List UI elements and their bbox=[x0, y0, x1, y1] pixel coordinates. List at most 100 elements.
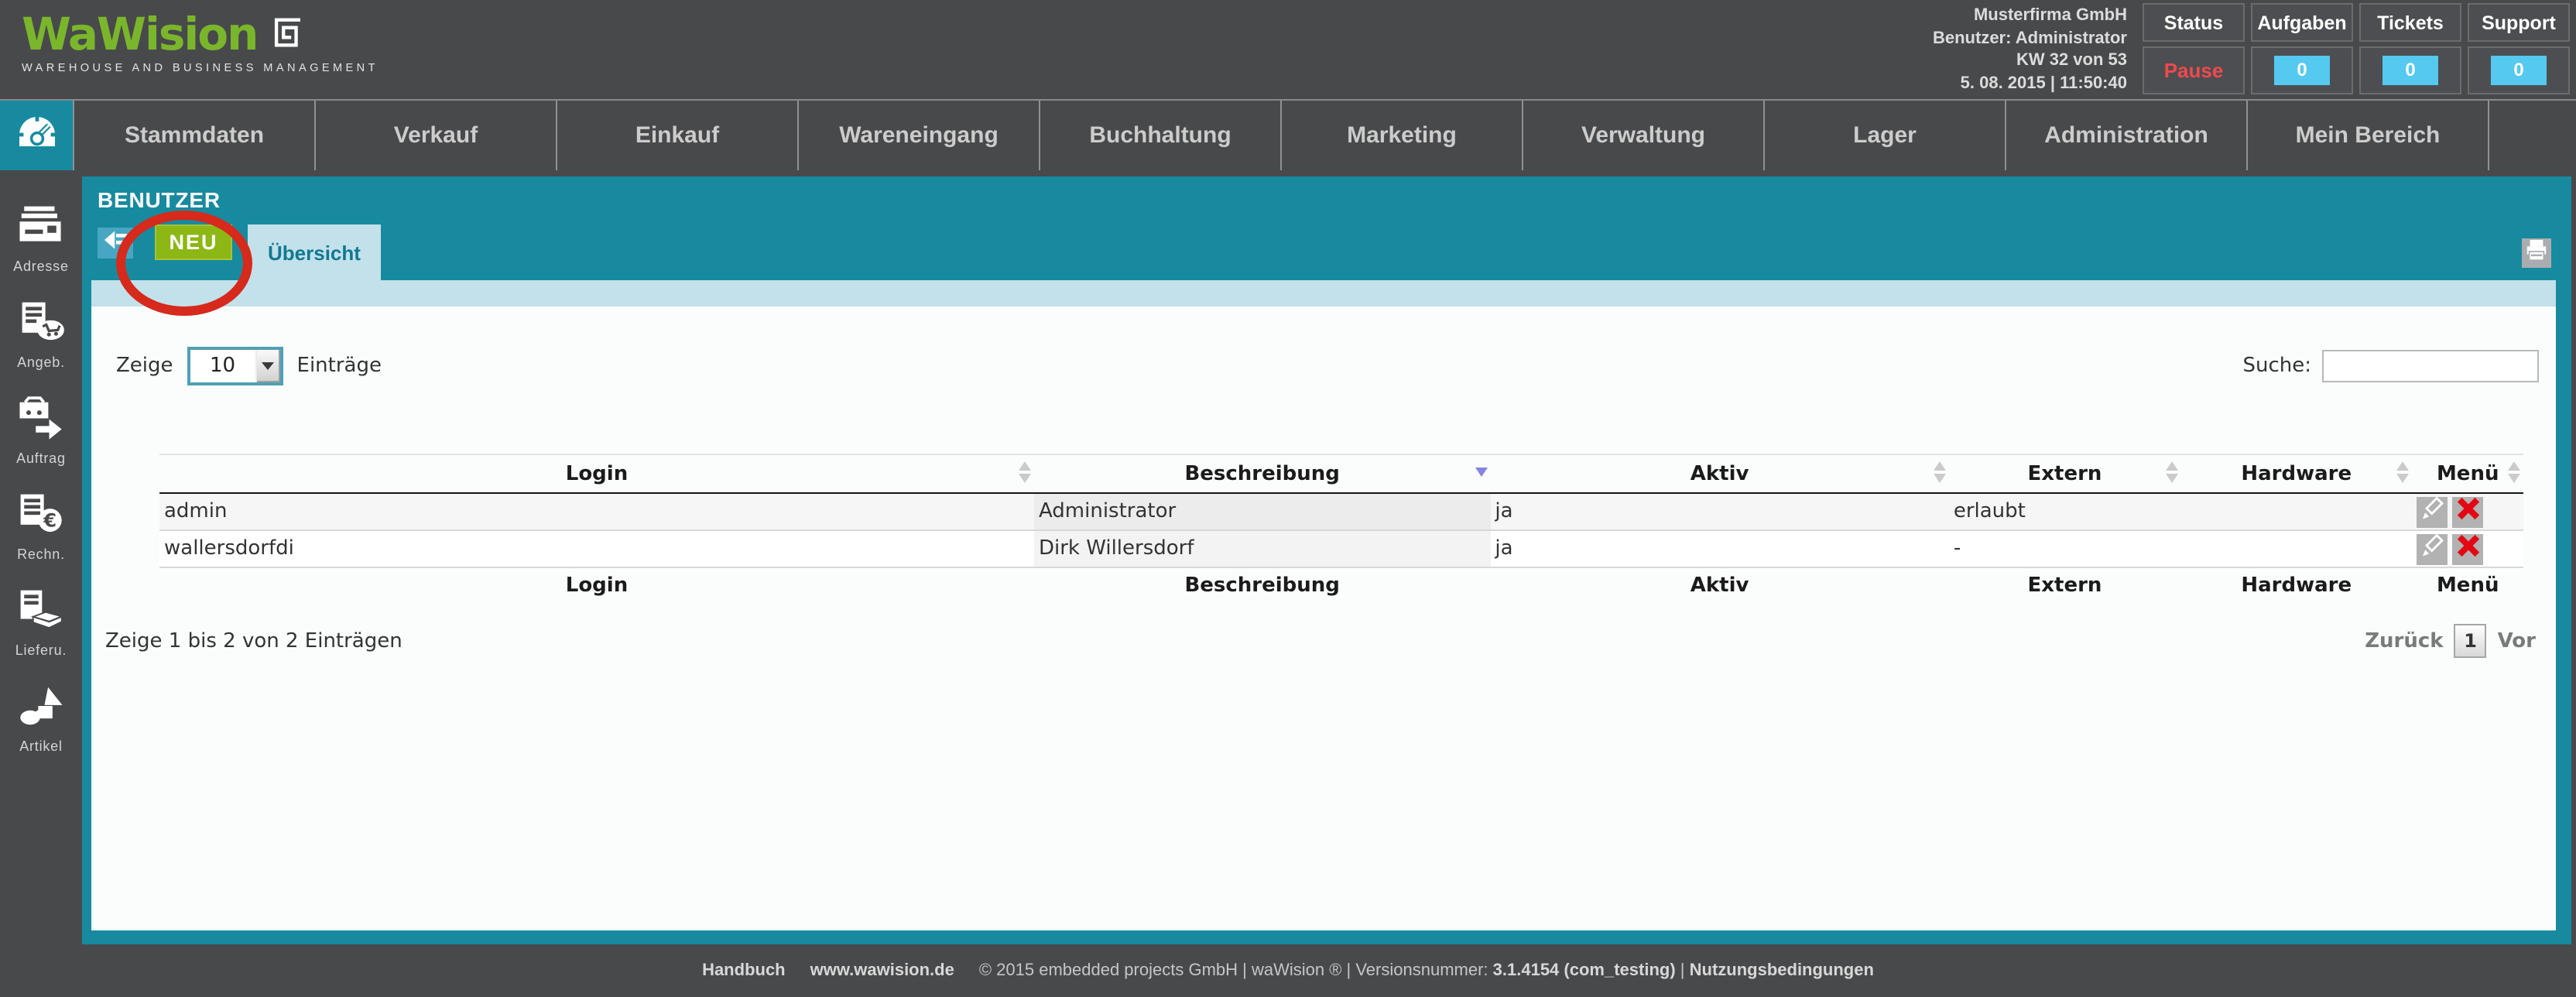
svg-text:€: € bbox=[43, 510, 57, 532]
tickets-column-header[interactable]: Tickets bbox=[2359, 3, 2461, 42]
sidebar-item-adresse[interactable]: Adresse bbox=[13, 203, 69, 274]
col-header-extern[interactable]: Extern bbox=[1948, 454, 2181, 494]
cell-hardware bbox=[2180, 493, 2413, 531]
datetime: 5. 08. 2015 | 11:50:40 bbox=[1960, 74, 2127, 92]
delete-row-button[interactable] bbox=[2452, 533, 2484, 565]
pagination-page-1-button[interactable]: 1 bbox=[2454, 624, 2487, 658]
sidebar-item-label: Angeb. bbox=[17, 355, 65, 370]
offer-cart-icon bbox=[18, 299, 64, 351]
edit-pencil-icon bbox=[2420, 533, 2444, 564]
tickets-count-button[interactable]: 0 bbox=[2359, 46, 2461, 94]
table-controls: Zeige 10 Einträge Suche: bbox=[116, 347, 2539, 385]
sidebar-item-artikel[interactable]: Artikel bbox=[18, 683, 64, 754]
aufgaben-count-badge: 0 bbox=[2274, 56, 2330, 85]
sidebar-item-auftrag[interactable]: Auftrag bbox=[16, 395, 66, 466]
content-frame: BENUTZER NEU Übersicht Zeige 10 Einträge… bbox=[82, 176, 2571, 944]
support-count-badge: 0 bbox=[2491, 56, 2547, 85]
support-column-header[interactable]: Support bbox=[2468, 3, 2570, 42]
footer-copyright: © 2015 embedded projects GmbH | waWision… bbox=[979, 961, 1874, 980]
pagination-next-button[interactable]: Vor bbox=[2498, 629, 2536, 653]
print-icon bbox=[2525, 238, 2548, 268]
article-shapes-icon bbox=[18, 683, 64, 735]
nav-item-verkauf[interactable]: Verkauf bbox=[314, 101, 556, 170]
support-count-button[interactable]: 0 bbox=[2468, 46, 2570, 94]
table-row-wallersdorfdi[interactable]: wallersdorfdi Dirk Willersdorf ja - bbox=[159, 530, 2523, 568]
page-size-select[interactable]: 10 bbox=[187, 347, 283, 385]
delete-x-icon bbox=[2454, 495, 2481, 528]
sidebar: Adresse Angeb. Auftrag € Rechn. Lieferu.… bbox=[0, 176, 82, 944]
back-button[interactable] bbox=[98, 228, 133, 259]
app-logo[interactable]: WaWision WAREHOUSE AND BUSINESS MANAGEME… bbox=[22, 12, 379, 99]
nav-item-einkauf[interactable]: Einkauf bbox=[556, 101, 797, 170]
delivery-box-icon bbox=[18, 587, 65, 639]
brand-tagline: WAREHOUSE AND BUSINESS MANAGEMENT bbox=[22, 60, 379, 74]
delete-x-icon bbox=[2454, 533, 2481, 565]
status-column-header[interactable]: Status bbox=[2143, 3, 2245, 42]
sidebar-item-rechnung[interactable]: € Rechn. bbox=[17, 491, 65, 562]
sidebar-item-lieferung[interactable]: Lieferu. bbox=[15, 587, 67, 658]
table-header-row: Login Beschreibung Aktiv Extern Hardware… bbox=[159, 454, 2523, 494]
sort-both-icon bbox=[2508, 461, 2522, 483]
footer-link-terms[interactable]: Nutzungsbedingungen bbox=[1690, 961, 1874, 980]
nav-item-marketing[interactable]: Marketing bbox=[1280, 101, 1522, 170]
new-button[interactable]: NEU bbox=[155, 224, 232, 260]
cell-login: admin bbox=[159, 493, 1034, 531]
nav-item-buchhaltung[interactable]: Buchhaltung bbox=[1039, 101, 1280, 170]
embedded-projects-logo-icon bbox=[268, 17, 302, 54]
page-footer: Handbuch www.wawision.de © 2015 embedded… bbox=[0, 944, 2576, 997]
footer-version: 3.1.4154 (com_testing) bbox=[1492, 961, 1676, 980]
status-pause-button[interactable]: Pause bbox=[2143, 46, 2245, 94]
delete-row-button[interactable] bbox=[2452, 495, 2484, 528]
aufgaben-column-header[interactable]: Aufgaben bbox=[2251, 3, 2353, 42]
tab-uebersicht[interactable]: Übersicht bbox=[248, 224, 381, 280]
cell-aktiv: ja bbox=[1490, 530, 1949, 568]
sort-both-icon bbox=[2165, 461, 2179, 483]
back-icon bbox=[101, 228, 129, 259]
sidebar-item-label: Lieferu. bbox=[15, 642, 67, 658]
nav-item-stammdaten[interactable]: Stammdaten bbox=[73, 101, 314, 170]
cell-menue bbox=[2412, 530, 2523, 568]
nav-item-lager[interactable]: Lager bbox=[1763, 101, 2005, 170]
content-panel: Zeige 10 Einträge Suche: Login Beschreib… bbox=[91, 307, 2556, 930]
cell-login: wallersdorfdi bbox=[159, 530, 1034, 568]
table-row-admin[interactable]: admin Administrator ja erlaubt bbox=[159, 493, 2523, 531]
invoice-euro-icon: € bbox=[18, 491, 64, 543]
table-info-text: Zeige 1 bis 2 von 2 Einträgen bbox=[105, 629, 402, 653]
col-header-beschreibung[interactable]: Beschreibung bbox=[1033, 454, 1491, 494]
pagination: Zurück 1 Vor bbox=[2365, 624, 2536, 658]
session-info: Musterfirma GmbH Benutzer: Administrator… bbox=[1933, 5, 2127, 94]
users-table-zone: Login Beschreibung Aktiv Extern Hardware… bbox=[159, 454, 2523, 604]
nav-item-administration[interactable]: Administration bbox=[2005, 101, 2246, 170]
user-line: Benutzer: Administrator bbox=[1933, 29, 2127, 47]
tickets-count-badge: 0 bbox=[2382, 56, 2438, 85]
print-button[interactable] bbox=[2522, 238, 2551, 268]
col-header-login[interactable]: Login bbox=[159, 454, 1034, 494]
col-header-menue[interactable]: Menü bbox=[2412, 454, 2523, 494]
search-label: Suche: bbox=[2242, 355, 2311, 378]
nav-home-button[interactable] bbox=[0, 101, 73, 170]
footer-link-handbuch[interactable]: Handbuch bbox=[702, 961, 786, 980]
table-footer-row: Login Beschreibung Aktiv Extern Hardware… bbox=[159, 567, 2523, 604]
chevron-down-icon bbox=[255, 350, 280, 382]
gauge-icon bbox=[13, 112, 60, 159]
nav-item-verwaltung[interactable]: Verwaltung bbox=[1522, 101, 1763, 170]
nav-item-wareneingang[interactable]: Wareneingang bbox=[797, 101, 1039, 170]
edit-pencil-icon bbox=[2420, 495, 2444, 527]
footer-copyright-text: © 2015 embedded projects GmbH | waWision… bbox=[978, 961, 1488, 980]
cell-beschreibung: Dirk Willersdorf bbox=[1033, 530, 1491, 568]
order-arrow-icon bbox=[18, 395, 64, 447]
sidebar-item-label: Artikel bbox=[19, 738, 63, 754]
footer-link-website[interactable]: www.wawision.de bbox=[810, 961, 954, 980]
edit-row-button[interactable] bbox=[2417, 533, 2448, 564]
edit-row-button[interactable] bbox=[2417, 495, 2448, 527]
col-header-hardware[interactable]: Hardware bbox=[2180, 454, 2413, 494]
calendar-week: KW 32 von 53 bbox=[2016, 51, 2127, 70]
sidebar-item-label: Auftrag bbox=[16, 451, 66, 466]
sidebar-item-angebot[interactable]: Angeb. bbox=[17, 299, 65, 370]
sort-both-icon bbox=[2396, 461, 2410, 483]
search-input[interactable] bbox=[2322, 350, 2539, 382]
col-header-aktiv[interactable]: Aktiv bbox=[1490, 454, 1949, 494]
nav-item-mein-bereich[interactable]: Mein Bereich bbox=[2246, 101, 2489, 170]
pagination-prev-button[interactable]: Zurück bbox=[2365, 629, 2443, 653]
aufgaben-count-button[interactable]: 0 bbox=[2251, 46, 2353, 94]
